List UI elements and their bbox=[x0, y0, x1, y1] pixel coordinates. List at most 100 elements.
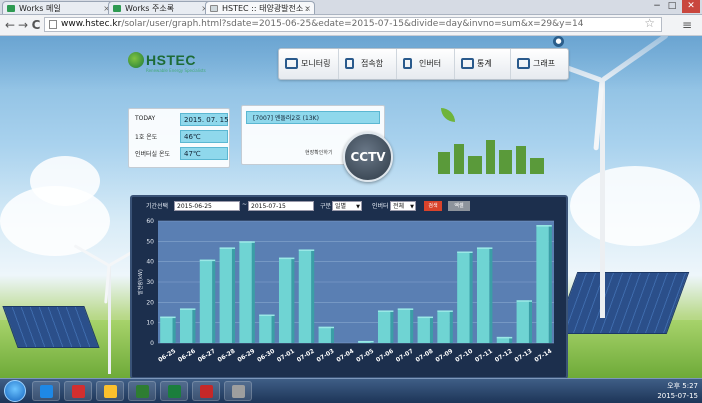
bar-top bbox=[160, 316, 176, 319]
bar-top bbox=[417, 316, 434, 319]
url-input[interactable]: www.hstec.kr/solar/user/graph.html?sdate… bbox=[44, 17, 662, 32]
nav-monitoring[interactable]: 모니터링 bbox=[279, 49, 339, 79]
taskbar-app-button[interactable] bbox=[128, 381, 156, 401]
nav-statistics[interactable]: 통계 bbox=[455, 49, 511, 79]
windows-taskbar: 오후 5:27 2015-07-15 bbox=[0, 378, 702, 403]
solar-panel-decoration bbox=[554, 272, 690, 334]
bar-top bbox=[239, 241, 255, 243]
cctv-button[interactable]: CCTV bbox=[343, 132, 393, 182]
info-value: 47℃ bbox=[180, 147, 228, 160]
url-path: /solar/user/graph.html?sdate=2015-06-25&… bbox=[121, 19, 584, 29]
start-date-input[interactable]: 2015-06-25 bbox=[174, 201, 240, 211]
reload-button[interactable]: C bbox=[29, 18, 43, 32]
bar-top bbox=[397, 308, 414, 310]
taskbar-app-button[interactable] bbox=[32, 381, 60, 401]
browser-tab-works-contacts[interactable]: Works 주소록 × bbox=[108, 1, 212, 14]
bar bbox=[298, 249, 312, 343]
solar-panel-decoration bbox=[2, 306, 100, 348]
y-tick-label: 0 bbox=[150, 340, 154, 347]
ie-icon bbox=[40, 385, 53, 398]
taskbar-app-button[interactable] bbox=[160, 381, 188, 401]
nav-label: 인버터 bbox=[419, 59, 442, 68]
y-tick-label: 60 bbox=[146, 218, 154, 225]
info-row-today: TODAY 2015. 07. 15 bbox=[133, 113, 229, 127]
back-button[interactable]: ← bbox=[3, 18, 17, 32]
forward-button[interactable]: → bbox=[16, 18, 30, 32]
sprout-icon bbox=[441, 108, 455, 122]
bar-graph-icon bbox=[517, 58, 530, 69]
divide-select[interactable]: 일별 ▼ bbox=[332, 201, 362, 211]
main-nav: 모니터링 접속함 인버터 통계 그래프 bbox=[278, 48, 569, 80]
close-window-button[interactable]: ✕ bbox=[682, 0, 700, 13]
info-label: 인버터실 온도 bbox=[135, 151, 171, 158]
site-name: [7007] 엔돌러2호 (13K) bbox=[246, 111, 380, 124]
bar bbox=[318, 326, 331, 343]
tab-close-icon[interactable]: × bbox=[304, 2, 311, 14]
x-tick-label: 07-06 bbox=[375, 348, 395, 364]
y-tick-label: 40 bbox=[146, 259, 154, 266]
period-label: 기간선택 bbox=[146, 203, 169, 210]
info-label: TODAY bbox=[135, 115, 156, 122]
bookmark-star-icon[interactable]: ☆ bbox=[644, 18, 655, 30]
bar-top bbox=[259, 314, 275, 317]
cloud-decoration bbox=[30, 156, 100, 206]
bar-side bbox=[528, 300, 533, 343]
monitor-icon bbox=[285, 58, 298, 69]
browser-tab-works-mail[interactable]: Works 메일 × bbox=[2, 1, 114, 14]
bar-top bbox=[298, 249, 315, 251]
date-separator: ~ bbox=[242, 201, 248, 208]
browser-tab-hstec[interactable]: HSTEC :: 태양광발전소 : × bbox=[205, 1, 315, 14]
x-tick-label: 07-13 bbox=[514, 348, 534, 364]
nav-junction-box[interactable]: 접속함 bbox=[339, 49, 397, 79]
info-label: 1호 온도 bbox=[135, 134, 158, 141]
x-tick-label: 06-29 bbox=[236, 348, 256, 364]
start-button[interactable] bbox=[4, 380, 26, 402]
inverter-select[interactable]: 전체 ▼ bbox=[390, 201, 416, 211]
lock-icon[interactable]: ● bbox=[553, 36, 564, 47]
taskbar-app-button[interactable] bbox=[192, 381, 220, 401]
taskbar-app-button[interactable] bbox=[224, 381, 252, 401]
app-red-icon bbox=[72, 385, 85, 398]
bar-top bbox=[278, 257, 295, 260]
x-tick-label: 07-07 bbox=[395, 348, 415, 364]
nav-inverter[interactable]: 인버터 bbox=[397, 49, 455, 79]
hstec-logo[interactable]: HSTEC Renewable Energy Specialists bbox=[128, 50, 206, 76]
x-tick-label: 06-25 bbox=[157, 348, 177, 364]
taskbar-app-button[interactable] bbox=[96, 381, 124, 401]
page-content: HSTEC Renewable Energy Specialists ● 모니터… bbox=[0, 36, 702, 378]
excel-button[interactable]: 엑셀 bbox=[448, 201, 470, 211]
x-tick-label: 07-09 bbox=[434, 348, 454, 364]
info-value: 2015. 07. 15 bbox=[180, 113, 229, 126]
site-check-link[interactable]: 현장확인하기 bbox=[305, 149, 333, 156]
bar-top bbox=[476, 247, 493, 249]
bar bbox=[516, 300, 529, 343]
x-tick-label: 07-01 bbox=[276, 348, 296, 364]
url-host: www.hstec.kr bbox=[61, 19, 122, 29]
inverter-value: 전체 bbox=[393, 203, 405, 210]
graph-controls: 기간선택 2015-06-25 ~ 2015-07-15 구분 일별 ▼ 인버터… bbox=[132, 197, 566, 217]
clock-date: 2015-07-15 bbox=[657, 392, 698, 400]
cctv-label: CCTV bbox=[350, 150, 386, 164]
end-date-input[interactable]: 2015-07-15 bbox=[248, 201, 314, 211]
minimize-button[interactable]: − bbox=[650, 0, 664, 13]
tab-label: Works 주소록 bbox=[125, 4, 175, 13]
bar bbox=[457, 251, 470, 343]
status-info-panel: TODAY 2015. 07. 15 1호 온도 46℃ 인버터실 온도 47℃ bbox=[128, 108, 230, 168]
bar-top bbox=[536, 225, 552, 227]
works-mail-favicon-icon bbox=[7, 5, 15, 12]
inverter-label: 인버터 bbox=[372, 203, 389, 210]
taskbar-app-button[interactable] bbox=[64, 381, 92, 401]
bar-top bbox=[318, 326, 335, 329]
browser-menu-button[interactable]: ≡ bbox=[680, 18, 694, 32]
junction-box-icon bbox=[345, 58, 354, 69]
maximize-button[interactable]: □ bbox=[665, 0, 679, 13]
hstec-favicon-icon bbox=[210, 5, 218, 12]
bar bbox=[199, 259, 213, 343]
bar-top bbox=[516, 300, 533, 302]
nav-graph[interactable]: 그래프 bbox=[511, 49, 568, 79]
search-button[interactable]: 검색 bbox=[424, 201, 442, 211]
bar-side bbox=[311, 249, 315, 343]
inverter-icon bbox=[403, 58, 412, 69]
system-clock[interactable]: 오후 5:27 2015-07-15 bbox=[657, 381, 698, 401]
cloud-decoration bbox=[570, 166, 700, 246]
